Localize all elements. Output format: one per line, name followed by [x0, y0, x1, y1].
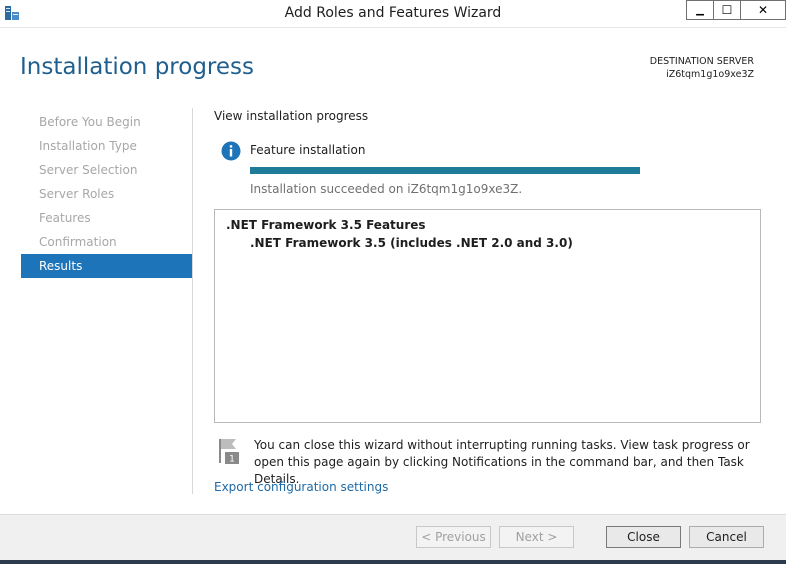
minimize-button[interactable]: ▁	[686, 0, 714, 20]
nav-item-server-roles: Server Roles	[39, 187, 115, 201]
nav-item-before-you-begin: Before You Begin	[39, 115, 141, 129]
previous-button[interactable]: < Previous	[416, 526, 491, 548]
destination-server: DESTINATION SERVER iZ6tqm1g1o9xe3Z	[650, 55, 754, 81]
export-configuration-link[interactable]: Export configuration settings	[214, 480, 388, 494]
window-title: Add Roles and Features Wizard	[284, 5, 502, 21]
wizard-steps-nav: Before You Begin Installation Type Serve…	[21, 110, 192, 278]
close-button[interactable]: Close	[606, 526, 681, 548]
notification-badge: 1	[229, 455, 235, 465]
destination-server-name: iZ6tqm1g1o9xe3Z	[666, 69, 754, 80]
minimize-icon: ▁	[696, 4, 704, 16]
nav-item-server-selection: Server Selection	[39, 163, 138, 177]
nav-item-confirmation: Confirmation	[39, 235, 117, 249]
maximize-icon: ☐	[721, 3, 733, 17]
close-window-button[interactable]: ✕	[740, 0, 786, 20]
page-title: Installation progress	[20, 54, 254, 80]
result-item-parent: .NET Framework 3.5 Features	[226, 218, 426, 232]
installation-status: Installation succeeded on iZ6tqm1g1o9xe3…	[250, 182, 523, 196]
maximize-button[interactable]: ☐	[713, 0, 741, 20]
nav-divider	[192, 108, 193, 494]
result-item-child: .NET Framework 3.5 (includes .NET 2.0 an…	[250, 236, 573, 250]
installation-progress-bar	[250, 167, 640, 174]
nav-item-features: Features	[39, 211, 91, 225]
results-list[interactable]: .NET Framework 3.5 Features .NET Framewo…	[214, 209, 761, 423]
window-bottom-edge	[0, 560, 786, 564]
nav-item-installation-type: Installation Type	[39, 139, 137, 153]
cancel-button[interactable]: Cancel	[689, 526, 764, 548]
nav-item-results[interactable]: Results	[21, 254, 192, 278]
notification-flag-icon: 1	[219, 439, 239, 465]
close-icon: ✕	[757, 3, 769, 17]
window-titlebar: Add Roles and Features Wizard ▁ ☐ ✕	[0, 0, 786, 28]
progress-fill	[250, 167, 640, 174]
info-icon	[221, 141, 241, 161]
feature-installation-label: Feature installation	[250, 143, 366, 157]
next-button[interactable]: Next >	[499, 526, 574, 548]
destination-label: DESTINATION SERVER	[649, 56, 754, 67]
section-label: View installation progress	[214, 109, 369, 123]
wizard-footer: < Previous Next > Close Cancel	[0, 514, 786, 560]
